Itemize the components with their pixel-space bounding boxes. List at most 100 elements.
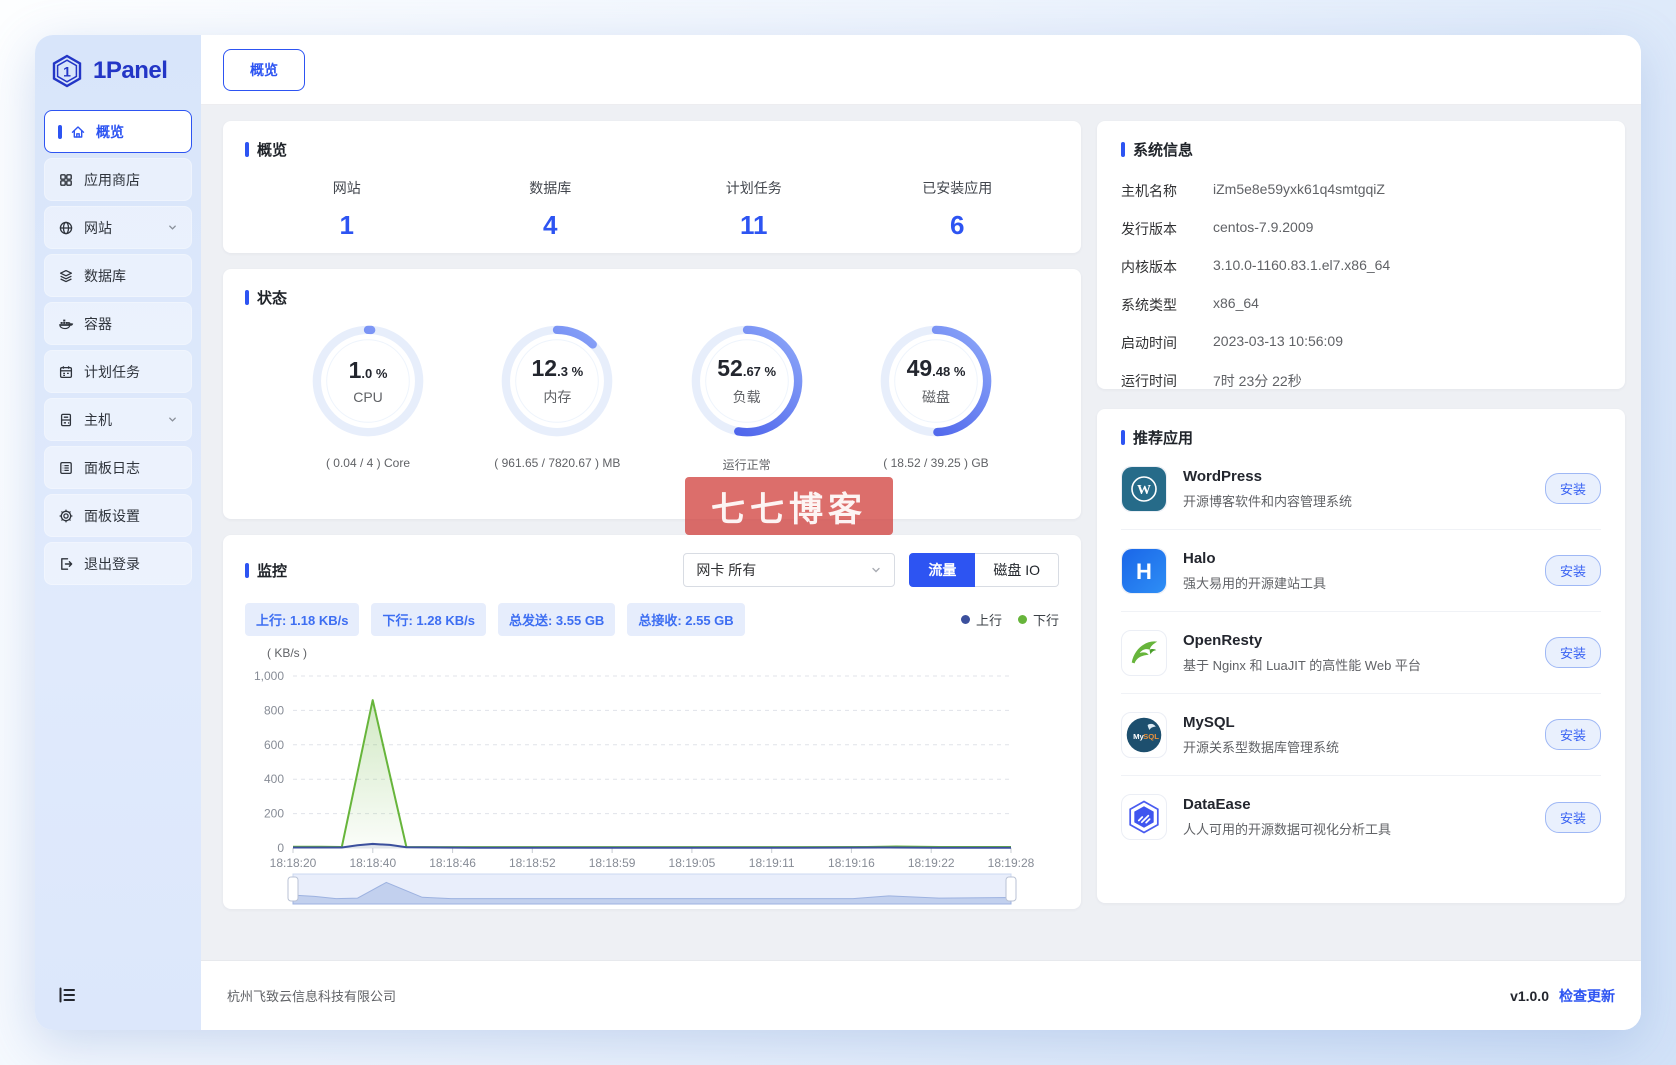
app-description: 强大易用的开源建站工具 [1183, 575, 1327, 591]
gauge-value-frac: .3 % [557, 364, 584, 379]
sidebar-item-panel-settings[interactable]: 面板设置 [44, 494, 192, 537]
app-row-halo: H Halo 强大易用的开源建站工具 安装 [1121, 530, 1601, 612]
sidebar-item-overview[interactable]: 概览 [44, 110, 192, 153]
legend-download[interactable]: 下行 [1017, 610, 1059, 629]
info-label: 系统类型 [1121, 297, 1177, 313]
sidebar-item-app-store[interactable]: 应用商店 [44, 158, 192, 201]
main-area: 概览 概览 网站 1 数据库 4 计划任务 11 已安装应用 6 状态 1 .0… [201, 35, 1641, 1030]
recommended-apps-title: 推荐应用 [1121, 427, 1601, 448]
brush-handle-left [287, 876, 299, 902]
disk-io-button[interactable]: 磁盘 IO [975, 553, 1059, 587]
info-label: 启动时间 [1121, 335, 1177, 351]
system-info-card: 系统信息 主机名称 iZm5e8e59yxk61q4smtgqiZ 发行版本 c… [1097, 121, 1625, 389]
install-dataease-button[interactable]: 安装 [1544, 801, 1601, 833]
info-value: 3.10.0-1160.83.1.el7.x86_64 [1213, 257, 1391, 273]
collapse-sidebar-icon[interactable] [57, 985, 77, 1005]
traffic-button[interactable]: 流量 [909, 553, 976, 587]
svg-text:800: 800 [264, 703, 284, 717]
gauge-cpu: 1.0 % CPU ( 0.04 / 4 ) Core [293, 322, 443, 473]
stat-cronjobs[interactable]: 计划任务 11 [652, 178, 856, 241]
info-row-boot-time: 启动时间 2023-03-13 10:56:09 [1121, 324, 1601, 362]
sidebar-item-container[interactable]: 容器 [44, 302, 192, 345]
monitor-mode-switch: 流量 磁盘 IO [909, 553, 1059, 587]
check-update-link[interactable]: 检查更新 [1559, 986, 1615, 1006]
stat-value: 6 [950, 210, 965, 240]
stat-label: 已安装应用 [922, 180, 993, 196]
gauge-subtext: 运行正常 [722, 458, 771, 472]
sidebar-item-cron[interactable]: 计划任务 [44, 350, 192, 393]
stat-label: 计划任务 [725, 180, 782, 196]
status-card: 状态 1.0 % CPU (0.04 / 4) Core 12 .3 % 内… [223, 269, 1081, 519]
chart-legend: 上行 下行 [960, 610, 1059, 629]
layers-icon [59, 269, 73, 282]
brush-handle-right [1005, 876, 1017, 902]
info-row-uptime: 运行时间 7时 23分 22秒 [1121, 362, 1601, 400]
title-accent-bar [245, 290, 249, 305]
stat-databases[interactable]: 数据库 4 [449, 178, 653, 241]
recommended-apps-card: 推荐应用 W WordPress 开源博客软件和内容管理系统 安装 H Halo… [1097, 409, 1625, 903]
svg-text:W: W [1137, 483, 1151, 498]
info-label: 主机名称 [1121, 183, 1177, 199]
calendar-icon [59, 365, 73, 378]
sidebar-item-label: 主机 [84, 411, 112, 428]
tab-overview[interactable]: 概览 [223, 48, 305, 91]
install-wordpress-button[interactable]: 安装 [1544, 473, 1601, 504]
install-openresty-button[interactable]: 安装 [1544, 637, 1601, 668]
hexagon-logo-icon: 1 [52, 54, 82, 88]
sidebar-item-host[interactable]: 主机 [44, 398, 192, 441]
stat-websites[interactable]: 网站 1 [245, 178, 449, 241]
app-row-openresty: OpenResty 基于 Nginx 和 LuaJIT 的高性能 Web 平台 … [1121, 612, 1601, 694]
sidebar-item-logout[interactable]: 退出登录 [44, 542, 192, 585]
monitor-title-text: 监控 [257, 562, 288, 580]
monitor-card-title: 监控 [245, 560, 287, 581]
app-row-wordpress: W WordPress 开源博客软件和内容管理系统 安装 [1121, 448, 1601, 530]
app-row-dataease: DataEase 人人可用的开源数据可视化分析工具 安装 [1121, 776, 1601, 858]
info-value: 2023-03-13 10:56:09 [1213, 333, 1343, 349]
sidebar-item-database[interactable]: 数据库 [44, 254, 192, 297]
system-info-rows: 主机名称 iZm5e8e59yxk61q4smtgqiZ 发行版本 centos… [1121, 172, 1601, 400]
svg-text:18:19:28: 18:19:28 [988, 856, 1035, 870]
svg-text:18:18:20: 18:18:20 [270, 856, 317, 870]
stat-installed-apps[interactable]: 已安装应用 6 [856, 178, 1060, 241]
topbar: 概览 [201, 35, 1641, 105]
chevron-down-icon [169, 225, 176, 230]
halo-icon: H [1121, 547, 1167, 594]
info-label: 内核版本 [1121, 259, 1177, 275]
install-mysql-button[interactable]: 安装 [1544, 719, 1601, 750]
gauge-value: 1 [348, 357, 362, 383]
title-accent-bar [245, 562, 249, 578]
svg-text:SQL: SQL [1143, 732, 1159, 741]
stat-value: 4 [543, 210, 558, 240]
right-column: 系统信息 主机名称 iZm5e8e59yxk61q4smtgqiZ 发行版本 c… [1097, 121, 1625, 960]
dataease-icon [1121, 794, 1167, 840]
sidebar-footer [35, 960, 201, 1030]
stat-label: 数据库 [529, 180, 572, 196]
download-rate-chip: 下行: 1.28 KB/s [371, 603, 486, 636]
app-description: 开源关系型数据库管理系统 [1183, 739, 1340, 755]
svg-text:18:19:11: 18:19:11 [749, 856, 795, 870]
gauge-subtext: ( 0.04 / 4 ) Core [325, 456, 411, 470]
svg-text:18:18:59: 18:18:59 [589, 856, 636, 870]
monitor-controls: 网卡 所有 流量 磁盘 IO [683, 553, 1059, 587]
sidebar-item-label: 计划任务 [84, 363, 140, 380]
info-value: 7时 23分 22秒 [1213, 373, 1302, 389]
sidebar-item-label: 面板日志 [84, 459, 140, 476]
install-halo-button[interactable]: 安装 [1544, 555, 1601, 586]
upload-legend-dot [960, 615, 970, 624]
gauges-row: 1.0 % CPU ( 0.04 / 4 ) Core 12 .3 % 内存 (… [245, 308, 1059, 473]
sidebar-item-website[interactable]: 网站 [44, 206, 192, 249]
content: 概览 网站 1 数据库 4 计划任务 11 已安装应用 6 状态 1 .0 % … [201, 105, 1641, 960]
sidebar-item-label: 容器 [84, 315, 112, 332]
nic-select[interactable]: 网卡 所有 [683, 553, 896, 587]
info-row-hostname: 主机名称 iZm5e8e59yxk61q4smtgqiZ [1121, 172, 1601, 210]
stat-label: 网站 [332, 180, 361, 196]
svg-text:18:18:46: 18:18:46 [429, 856, 476, 870]
sidebar-item-panel-log[interactable]: 面板日志 [44, 446, 192, 489]
stat-value: 1 [339, 210, 354, 240]
title-accent-bar [245, 142, 249, 157]
traffic-chart[interactable]: 0 200 400 600 800 1,000 18:18:20 18:18:40 18:18:… [245, 660, 1059, 910]
app-window: 1 1Panel 概览 应用商店 网站 数据库 容器 计划任务 主机 面板日志 … [35, 35, 1641, 1030]
legend-upload[interactable]: 上行 [960, 610, 1002, 629]
app-name: MySQL [1183, 713, 1235, 731]
gauge-subtext: ( 18.52 / 39.25 ) GB [883, 456, 989, 470]
